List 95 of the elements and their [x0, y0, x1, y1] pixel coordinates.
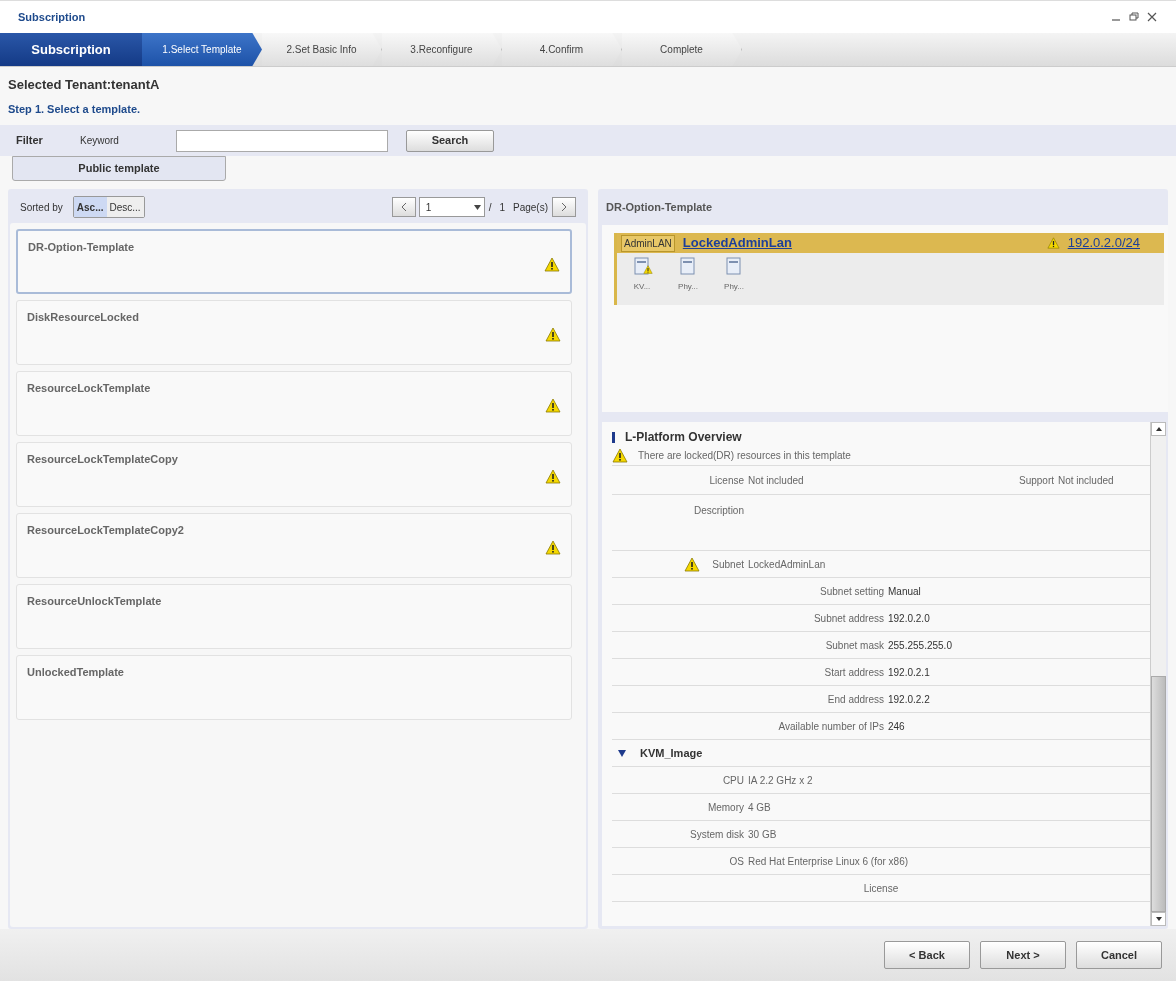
- template-name: DiskResourceLocked: [27, 310, 139, 325]
- page-select[interactable]: 1: [418, 197, 485, 217]
- field-label: Description: [692, 504, 745, 518]
- keyword-input[interactable]: [176, 129, 388, 152]
- field-label: Memory: [707, 800, 744, 815]
- close-icon[interactable]: [1146, 11, 1158, 23]
- sort-option[interactable]: Asc...: [73, 197, 107, 217]
- template-card[interactable]: ResourceLockTemplate: [16, 371, 572, 436]
- template-name: ResourceLockTemplateCopy: [27, 452, 178, 467]
- overview-title: L-Platform Overview: [625, 429, 742, 446]
- field-label: License: [863, 881, 899, 896]
- server-label: Phy...: [724, 281, 744, 293]
- template-card[interactable]: ResourceUnlockTemplate: [16, 584, 572, 649]
- template-name: ResourceLockTemplateCopy2: [27, 523, 184, 538]
- network-link[interactable]: LockedAdminLan: [682, 233, 792, 253]
- field-label: Subnet setting: [819, 584, 885, 599]
- template-card[interactable]: ResourceLockTemplateCopy2: [16, 513, 572, 578]
- template-name: ResourceUnlockTemplate: [27, 594, 162, 609]
- warning-icon: [545, 398, 561, 413]
- template-card[interactable]: ResourceLockTemplateCopy: [16, 442, 572, 507]
- window-title: Subscription: [18, 9, 86, 25]
- warning-icon: [612, 448, 628, 463]
- template-card[interactable]: UnlockedTemplate: [16, 655, 572, 720]
- warning-icon: [544, 257, 560, 272]
- wizard-step: 1.Select Template: [142, 33, 262, 66]
- footer-button[interactable]: Cancel: [1076, 941, 1162, 969]
- field-label: Subnet: [712, 557, 744, 572]
- field-value: LockedAdminLan: [748, 557, 826, 572]
- scrollbar[interactable]: [1150, 422, 1166, 926]
- field-value: Red Hat Enterprise Linux 6 (for x86): [748, 854, 909, 869]
- server-label: Phy...: [678, 281, 698, 293]
- field-label: CPU: [722, 773, 744, 788]
- page-unit: Page(s): [513, 200, 548, 215]
- warning-icon: [545, 540, 561, 555]
- step-instruction: Step 1. Select a template.: [8, 101, 142, 117]
- server-label: KV...: [633, 281, 651, 293]
- template-name: ResourceLockTemplate: [27, 381, 151, 396]
- server-icon[interactable]: [633, 257, 651, 275]
- overview-warning-message: There are locked(DR) resources in this template: [638, 449, 851, 463]
- field-value: 192.0.2.0: [888, 611, 930, 626]
- template-name: DR-Option-Template: [28, 240, 135, 255]
- field-label: Start address: [823, 665, 885, 680]
- scroll-down-icon: [1155, 917, 1162, 921]
- template-name: UnlockedTemplate: [27, 665, 124, 680]
- template-card[interactable]: DiskResourceLocked: [16, 300, 572, 365]
- keyword-label: Keyword: [80, 134, 120, 148]
- field-label: Available number of IPs: [777, 719, 885, 734]
- search-button[interactable]: Search: [406, 129, 494, 152]
- wizard-title: Subscription: [0, 33, 142, 66]
- page-separator: /: [488, 200, 492, 215]
- field-label: OS: [729, 854, 744, 869]
- field-label: Subnet address: [812, 611, 885, 626]
- scroll-up-icon: [1155, 427, 1162, 431]
- field-label: System disk: [690, 827, 744, 842]
- network-address-link[interactable]: 192.0.2.0/24: [1067, 233, 1140, 253]
- field-value: 192.0.2.2: [888, 692, 930, 707]
- next-page-button[interactable]: [552, 197, 576, 217]
- field-value: 246: [888, 719, 905, 734]
- field-label: Subnet mask: [824, 638, 885, 653]
- template-title: DR-Option-Template: [606, 199, 713, 215]
- warning-icon: [684, 556, 701, 572]
- warning-icon: [545, 327, 561, 342]
- section-title: KVM_Image: [640, 745, 703, 761]
- left-chevron-icon: [399, 202, 408, 212]
- previous-page-button[interactable]: [391, 197, 416, 217]
- field-value: 30 GB: [748, 827, 777, 842]
- field-label: Support: [1017, 473, 1055, 488]
- warning-icon: [545, 469, 561, 484]
- page-total: 1: [499, 200, 505, 215]
- footer-button[interactable]: < Back: [884, 941, 970, 969]
- field-value: 192.0.2.1: [888, 665, 930, 680]
- field-value: Not included: [1058, 473, 1114, 488]
- warning-icon: [1046, 237, 1060, 249]
- sort-option[interactable]: Desc...: [106, 197, 144, 217]
- server-icon[interactable]: [679, 257, 697, 275]
- network-type-tag: AdminLAN: [621, 234, 675, 252]
- field-label: License: [708, 473, 745, 488]
- field-value: IA 2.2 GHz x 2: [748, 773, 813, 788]
- template-tab[interactable]: Public template: [12, 156, 226, 181]
- field-value: 255.255.255.0: [888, 638, 952, 653]
- right-chevron-icon: [560, 202, 568, 212]
- server-icon[interactable]: [725, 257, 743, 275]
- sort-label: Sorted by: [20, 200, 63, 215]
- field-value: 4 GB: [748, 800, 771, 815]
- expanded-triangle-icon[interactable]: [618, 749, 626, 757]
- warning-icon: [643, 265, 653, 274]
- restore-icon[interactable]: [1128, 11, 1140, 23]
- field-value: Manual: [888, 584, 921, 599]
- tenant-label: Selected Tenant:tenantA: [8, 76, 161, 94]
- filter-label: Filter: [16, 133, 44, 149]
- field-label: End address: [826, 692, 885, 707]
- field-value: Not included: [748, 473, 805, 488]
- dropdown-arrow-icon: [473, 204, 481, 210]
- template-card[interactable]: DR-Option-Template: [16, 229, 572, 294]
- footer-button[interactable]: Next >: [980, 941, 1066, 969]
